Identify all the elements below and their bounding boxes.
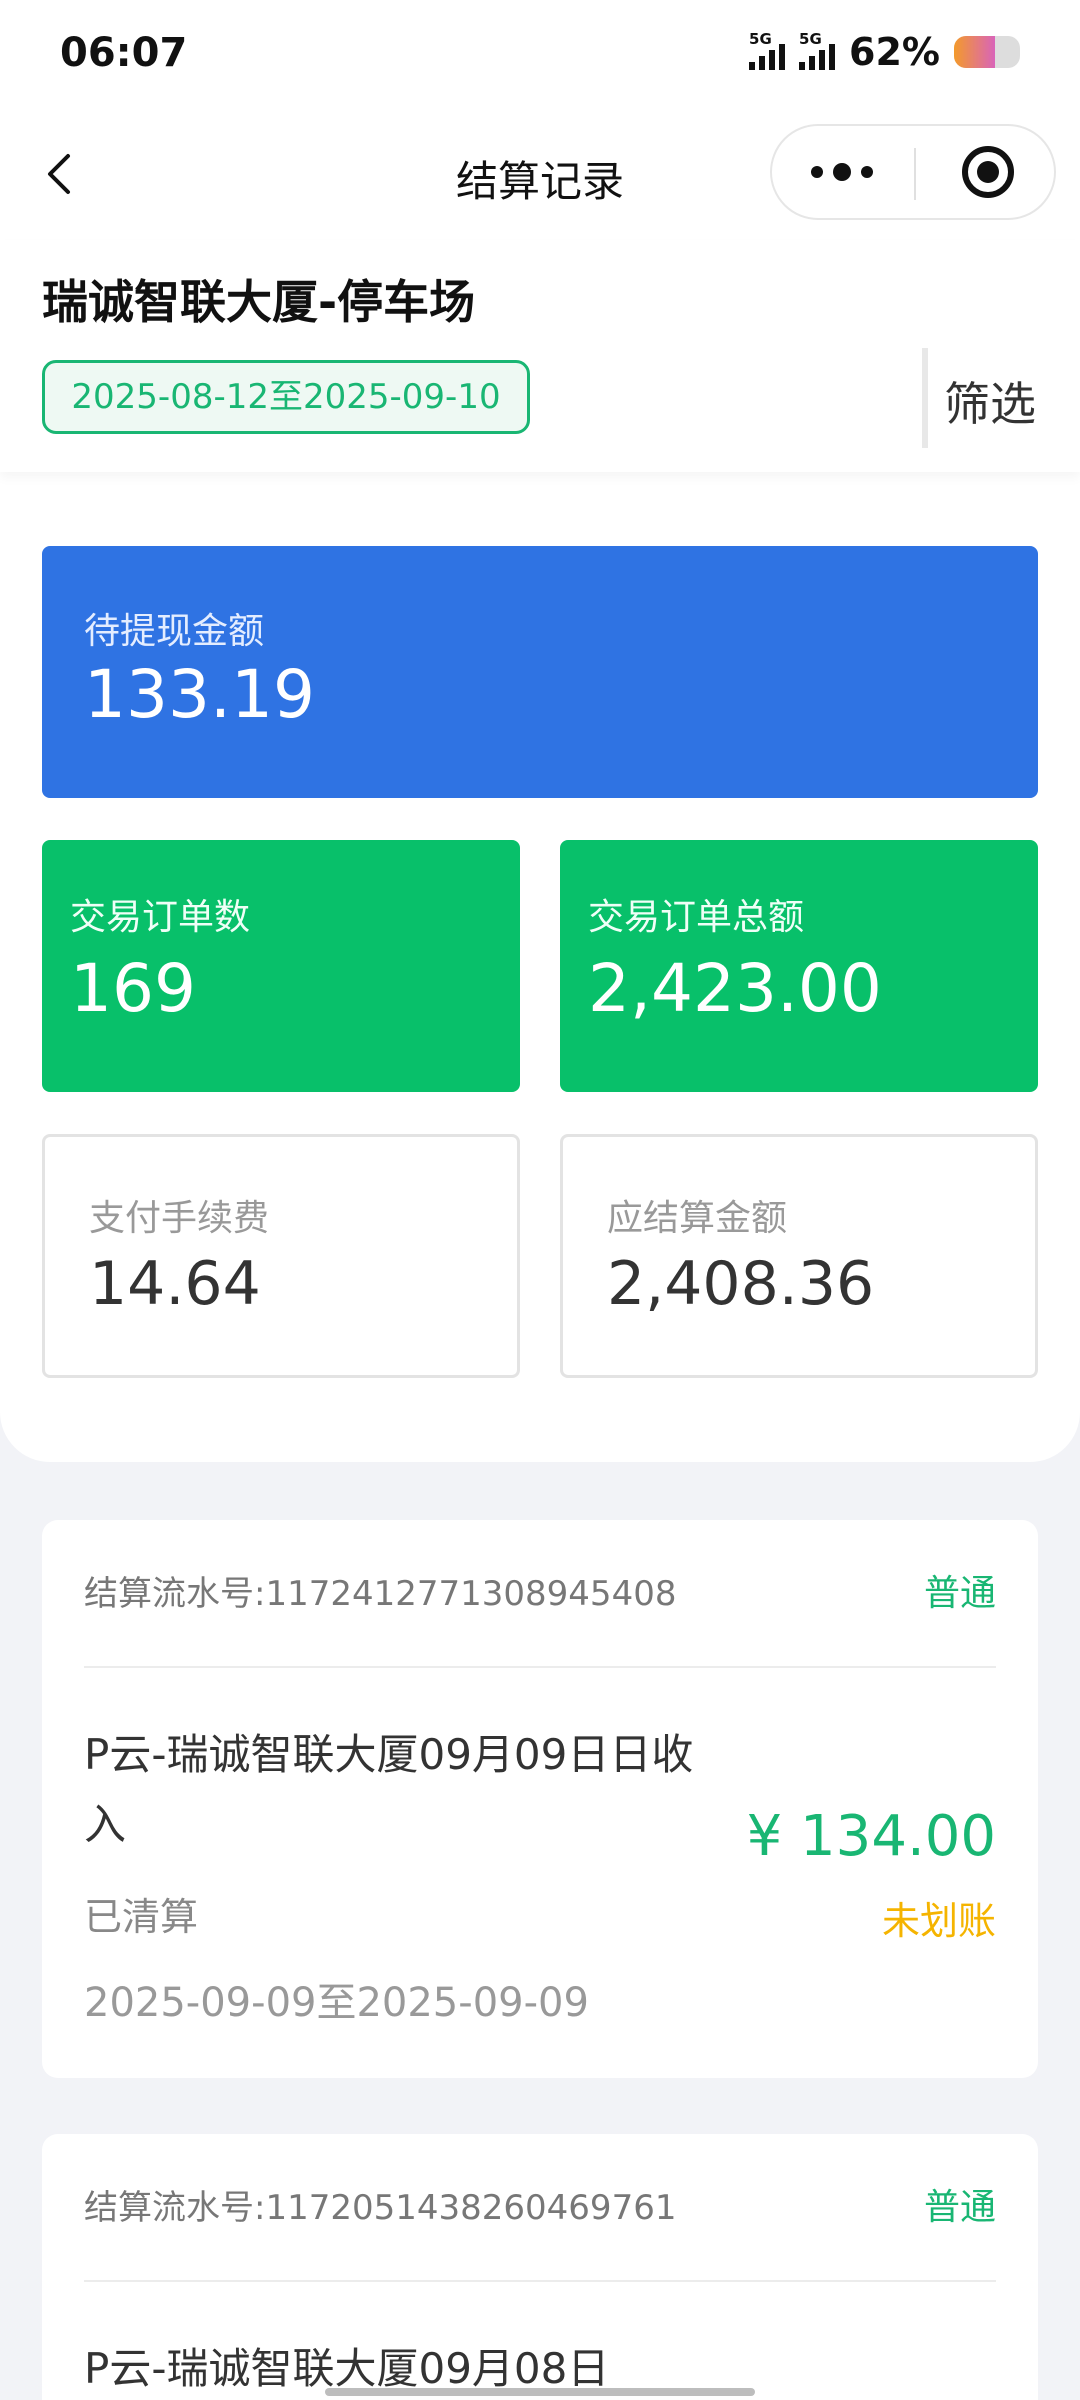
date-range-chip[interactable]: 2025-08-12至2025-09-10 xyxy=(42,360,530,434)
more-dots-icon xyxy=(811,166,823,178)
fee-label: 支付手续费 xyxy=(89,1198,270,1239)
battery-percent: 62% xyxy=(849,30,940,74)
status-bar: 06:07 5G 5G 62% xyxy=(0,0,1080,110)
nav-bar: 结算记录 xyxy=(0,110,1080,240)
filter-divider xyxy=(922,348,928,448)
order-total-card: 交易订单总额 2,423.00 xyxy=(560,840,1038,1092)
settlement-record[interactable]: 结算流水号:1172051438260469761 普通 P云-瑞诚智联大厦09… xyxy=(42,2134,1038,2400)
filter-button[interactable]: 筛选 xyxy=(944,368,1036,434)
fee-card: 支付手续费 14.64 xyxy=(42,1134,520,1378)
more-button[interactable] xyxy=(772,126,912,218)
order-count-value: 169 xyxy=(70,950,196,1027)
status-time: 06:07 xyxy=(60,30,188,76)
settle-amount-label: 应结算金额 xyxy=(607,1198,788,1239)
record-serial: 结算流水号:1172412771308945408 xyxy=(84,1574,677,1614)
record-status: 已清算 xyxy=(84,1895,199,1939)
signal-icon: 5G xyxy=(749,30,786,70)
order-total-value: 2,423.00 xyxy=(588,950,882,1027)
pending-withdraw-label: 待提现金额 xyxy=(84,611,265,652)
status-indicators: 5G 5G 62% xyxy=(749,30,1020,74)
page-header: 瑞诚智联大厦-停车场 2025-08-12至2025-09-10 筛选 xyxy=(0,240,1080,472)
record-divider xyxy=(84,1666,996,1668)
capsule-divider xyxy=(914,148,916,200)
home-indicator[interactable] xyxy=(325,2388,755,2396)
record-type: 普通 xyxy=(923,2187,996,2228)
record-divider xyxy=(84,2280,996,2282)
battery-icon xyxy=(954,36,1020,68)
network-type-label: 5G xyxy=(799,30,822,48)
order-count-label: 交易订单数 xyxy=(70,897,251,938)
record-amount: ¥ 134.00 xyxy=(746,1804,996,1869)
order-total-label: 交易订单总额 xyxy=(588,897,805,938)
settlement-record[interactable]: 结算流水号:1172412771308945408 普通 P云-瑞诚智联大厦09… xyxy=(42,1520,1038,2078)
record-title: P云-瑞诚智联大厦09月09日日收入 xyxy=(84,1730,694,1849)
network-type-label: 5G xyxy=(749,30,772,48)
record-transfer-status: 未划账 xyxy=(881,1899,996,1943)
settle-amount-card: 应结算金额 2,408.36 xyxy=(560,1134,1038,1378)
miniprogram-close-icon[interactable] xyxy=(962,146,1014,198)
parking-lot-name: 瑞诚智联大厦-停车场 xyxy=(42,275,476,329)
signal-icon: 5G xyxy=(799,30,836,70)
fee-value: 14.64 xyxy=(89,1249,261,1319)
order-count-card: 交易订单数 169 xyxy=(42,840,520,1092)
settle-amount-value: 2,408.36 xyxy=(607,1249,875,1319)
summary-panel: 待提现金额 133.19 交易订单数 169 交易订单总额 2,423.00 支… xyxy=(0,472,1080,1462)
record-period: 2025-09-09至2025-09-09 xyxy=(84,1980,589,2026)
record-serial: 结算流水号:1172051438260469761 xyxy=(84,2188,677,2228)
pending-withdraw-value: 133.19 xyxy=(84,656,315,733)
pending-withdraw-card: 待提现金额 133.19 xyxy=(42,546,1038,798)
miniprogram-capsule xyxy=(770,124,1056,220)
record-type: 普通 xyxy=(923,1573,996,1614)
